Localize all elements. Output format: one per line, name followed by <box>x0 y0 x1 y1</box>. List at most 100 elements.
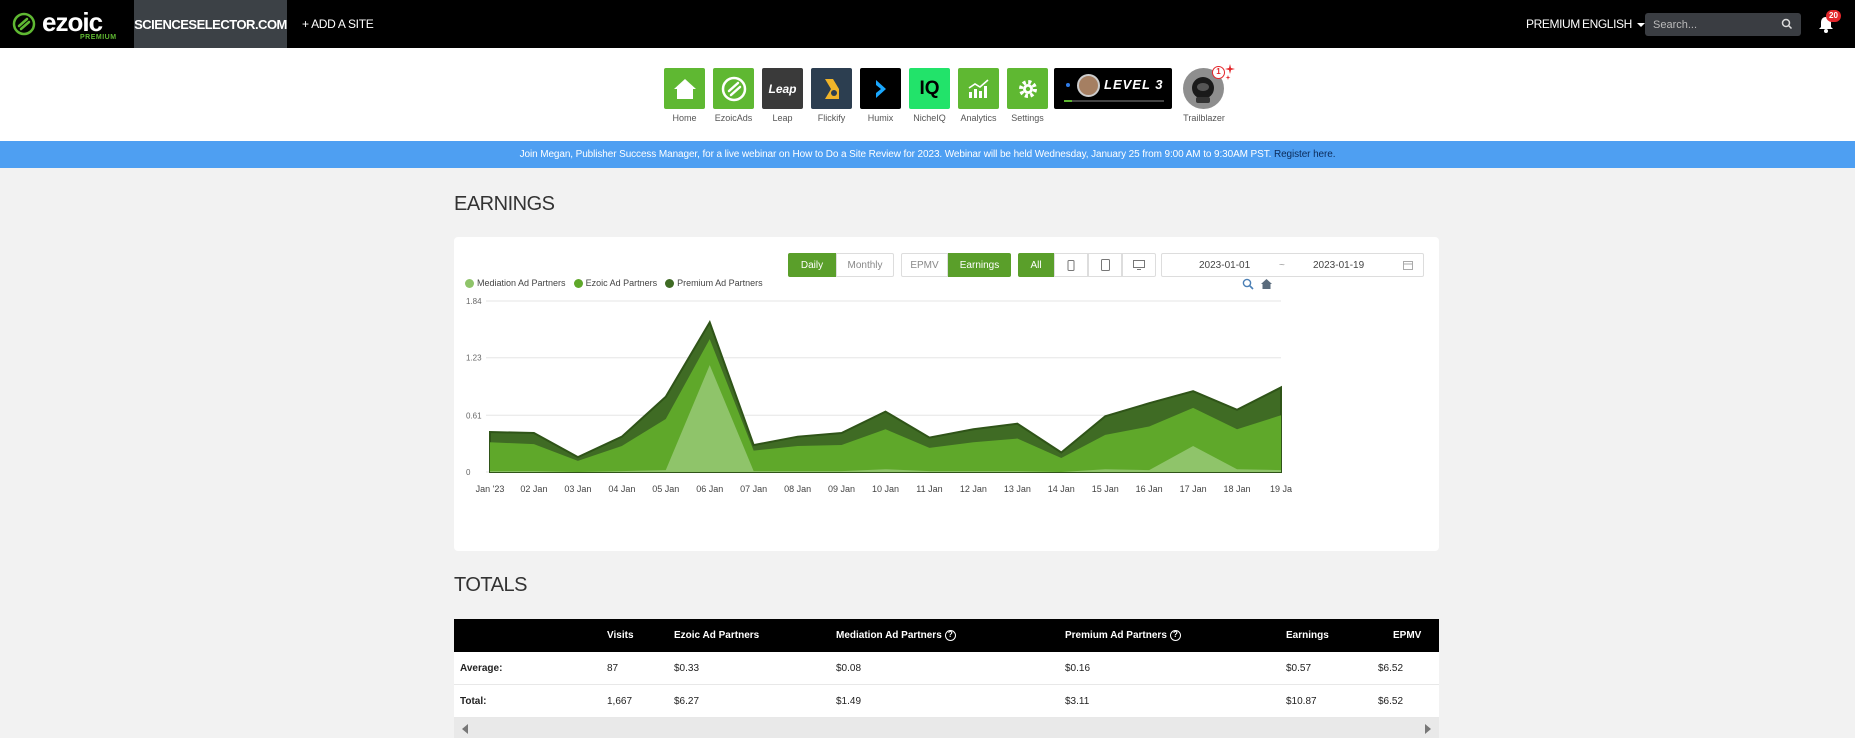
register-link[interactable]: Register here. <box>1274 149 1336 160</box>
table-header: Visits Ezoic Ad Partners Mediation Ad Pa… <box>454 619 1439 652</box>
y-tick-label: 0 <box>466 468 471 477</box>
x-tick-label: 15 Jan <box>1092 484 1119 494</box>
app-flickify[interactable]: Flickify <box>811 68 852 123</box>
sparkle-icon <box>1225 64 1235 80</box>
app-ezoicads[interactable]: EzoicAds <box>713 68 754 123</box>
level-progress-bar <box>1064 100 1164 102</box>
mobile-button[interactable] <box>1054 253 1088 277</box>
x-tick-label: 03 Jan <box>564 484 591 494</box>
app-launcher-bar: Home EzoicAds Leap Leap Flickify Humix I… <box>0 48 1855 141</box>
legend-item-premium[interactable]: Premium Ad Partners <box>665 278 763 288</box>
language-label: ENGLISH <box>1582 17 1632 31</box>
app-analytics[interactable]: Analytics <box>958 68 999 123</box>
chart-tools <box>1242 278 1273 290</box>
search-icon[interactable] <box>1781 18 1793 30</box>
table-row: Average: 87 $0.33 $0.08 $0.16 $0.57 $6.5… <box>454 652 1439 685</box>
y-tick-label: 1.23 <box>466 354 482 363</box>
desktop-button[interactable] <box>1122 253 1156 277</box>
help-icon[interactable]: ? <box>944 629 956 641</box>
app-settings[interactable]: Settings <box>1007 68 1048 123</box>
legend-swatch <box>573 278 583 288</box>
column-header: EPMV <box>1393 630 1422 641</box>
table-cell: $0.16 <box>1065 663 1091 674</box>
leap-icon: Leap <box>762 68 803 109</box>
x-tick-label: 19 Ja <box>1270 484 1292 494</box>
search-input[interactable] <box>1645 13 1775 36</box>
home-icon <box>664 68 705 109</box>
all-devices-button[interactable]: All <box>1018 253 1054 277</box>
site-selector-tab[interactable]: SCIENCESELECTOR.COM <box>134 0 287 48</box>
gear-icon <box>1007 68 1048 109</box>
column-header: Mediation Ad Partners? <box>836 619 956 652</box>
metric-toggle: EPMV Earnings <box>901 253 1011 277</box>
scroll-right-icon[interactable] <box>1425 724 1431 734</box>
language-dropdown[interactable]: ENGLISH <box>1582 17 1645 31</box>
epmv-button[interactable]: EPMV <box>901 253 948 277</box>
ezoic-ads-icon <box>713 68 754 109</box>
ezoic-logo-icon <box>12 12 36 36</box>
table-row: Total: 1,667 $6.27 $1.49 $3.11 $10.87 $6… <box>454 685 1439 718</box>
help-icon[interactable]: ? <box>1169 629 1181 641</box>
legend-label: Premium Ad Partners <box>677 278 763 288</box>
totals-heading: TOTALS <box>454 574 527 596</box>
legend-item-ezoic[interactable]: Ezoic Ad Partners <box>573 278 657 288</box>
webinar-banner: Join Megan, Publisher Success Manager, f… <box>0 141 1855 168</box>
date-separator: ~ <box>1279 260 1285 271</box>
x-tick-label: 08 Jan <box>784 484 811 494</box>
notification-count-badge: 20 <box>1826 10 1841 22</box>
earnings-chart-card: Daily Monthly EPMV Earnings All 2023-01-… <box>454 237 1439 551</box>
date-to: 2023-01-19 <box>1313 260 1365 271</box>
column-header: Ezoic Ad Partners <box>674 630 760 641</box>
humix-icon <box>860 68 901 109</box>
analytics-icon <box>958 68 999 109</box>
daily-button[interactable]: Daily <box>788 253 836 277</box>
legend-swatch <box>665 278 675 288</box>
earnings-area-chart: 0 0.61 1.23 1.84 Jan '23 02 Jan 03 Jan 04 Jan 05… <box>466 297 1292 494</box>
x-tick-label: 18 Jan <box>1224 484 1251 494</box>
monthly-button[interactable]: Monthly <box>836 253 894 277</box>
x-tick-label: Jan '23 <box>476 484 505 494</box>
add-site-link[interactable]: + ADD A SITE <box>302 0 374 48</box>
zoom-icon[interactable] <box>1242 278 1254 290</box>
y-tick-label: 0.61 <box>466 411 482 420</box>
horizontal-scrollbar[interactable] <box>454 718 1439 738</box>
table-cell: $3.11 <box>1065 696 1090 707</box>
premium-link[interactable]: PREMIUM <box>1526 17 1580 31</box>
earnings-button[interactable]: Earnings <box>948 253 1011 277</box>
x-tick-label: 02 Jan <box>520 484 547 494</box>
date-range-picker[interactable]: 2023-01-01 ~ 2023-01-19 <box>1161 253 1424 277</box>
app-leap[interactable]: Leap Leap <box>762 68 803 123</box>
app-nicheiq[interactable]: IQ NicheIQ <box>909 68 950 123</box>
period-toggle: Daily Monthly <box>788 253 894 277</box>
level-text: LEVEL 3 <box>1104 77 1164 92</box>
x-tick-label: 05 Jan <box>652 484 679 494</box>
astronaut-icon: 1 <box>1183 64 1235 109</box>
totals-table: Visits Ezoic Ad Partners Mediation Ad Pa… <box>454 619 1439 718</box>
x-tick-label: 06 Jan <box>696 484 723 494</box>
table-cell: $1.49 <box>836 696 862 707</box>
level-badge[interactable]: LEVEL 3 <box>1054 68 1172 109</box>
tablet-button[interactable] <box>1088 253 1122 277</box>
avatar <box>1077 74 1100 97</box>
app-humix[interactable]: Humix <box>860 68 901 123</box>
column-header: Visits <box>607 630 634 641</box>
home-reset-icon[interactable] <box>1260 278 1273 290</box>
tablet-icon <box>1100 259 1110 271</box>
app-label: Settings <box>1011 113 1044 123</box>
x-tick-label: 04 Jan <box>608 484 635 494</box>
table-cell: $0.08 <box>836 663 862 674</box>
chart-legend: Mediation Ad Partners Ezoic Ad Partners … <box>465 278 763 288</box>
ezoic-logo[interactable]: ezoic PREMIUM <box>12 8 122 41</box>
banner-text: Join Megan, Publisher Success Manager, f… <box>519 149 1272 160</box>
app-home[interactable]: Home <box>664 68 705 123</box>
nicheiq-icon: IQ <box>909 68 950 109</box>
flickify-icon <box>811 68 852 109</box>
scroll-left-icon[interactable] <box>462 724 468 734</box>
table-cell: $0.33 <box>674 663 700 674</box>
row-label: Average: <box>460 663 503 674</box>
trailblazer-badge[interactable]: 1 Trailblazer <box>1180 64 1235 123</box>
legend-item-mediation[interactable]: Mediation Ad Partners <box>465 278 566 288</box>
table-cell: $6.52 <box>1378 663 1404 674</box>
x-tick-label: 10 Jan <box>872 484 899 494</box>
table-cell: $0.57 <box>1286 663 1312 674</box>
